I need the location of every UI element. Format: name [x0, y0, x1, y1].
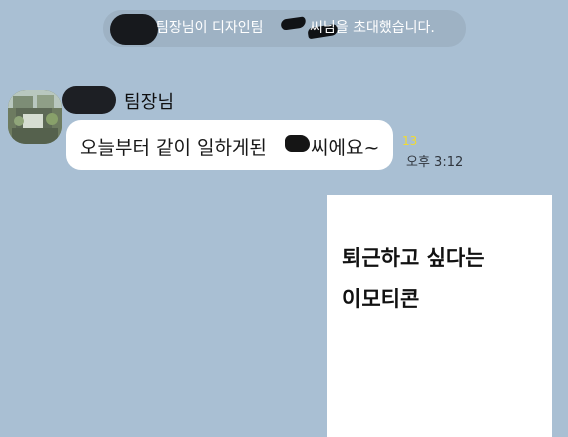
sticker-caption-panel: 퇴근하고 싶다는 이모티콘 [327, 195, 552, 437]
redacted-invitee-name-part-1 [280, 16, 307, 31]
read-count: 13 [402, 134, 418, 148]
redacted-inviter-name [110, 14, 158, 45]
sticker-caption-line-2: 이모티콘 [342, 287, 420, 311]
sender-name: 팀장님 [124, 92, 175, 113]
message-text-before-redaction: 오늘부터 같이 일하게된 [80, 137, 267, 159]
message-text-after-redaction: 씨에요~ [311, 137, 380, 159]
sender-avatar[interactable] [8, 90, 62, 144]
sticker-caption-line-1: 퇴근하고 싶다는 [342, 246, 485, 270]
redacted-sender-prefix [62, 86, 116, 114]
sender-avatar-image [8, 90, 62, 144]
message-bubble[interactable]: 오늘부터 같이 일하게된 씨에요~ [66, 120, 393, 170]
system-notice-suffix: 씨님을 초대했습니다. [310, 20, 435, 36]
redacted-name-in-message [285, 135, 310, 152]
invite-system-notice: 팀장님이 디자인팀 씨님을 초대했습니다. [103, 10, 466, 47]
message-timestamp: 오후 3:12 [406, 155, 464, 170]
system-notice-prefix: 팀장님이 디자인팀 [156, 20, 264, 36]
